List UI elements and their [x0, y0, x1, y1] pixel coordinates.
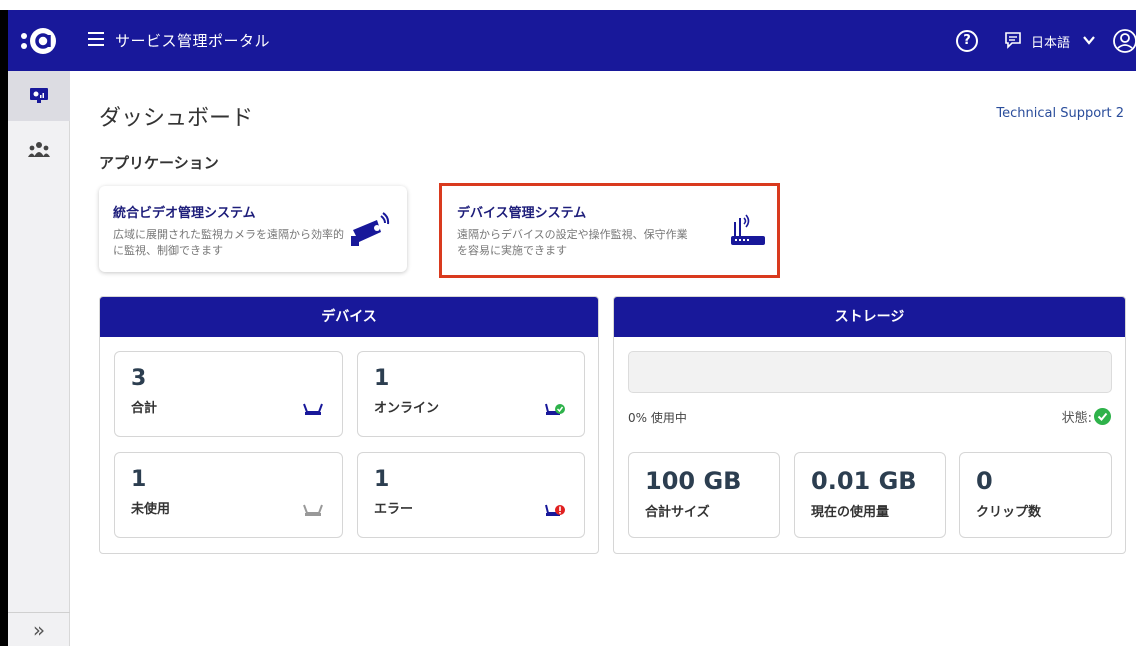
router-error-icon: [545, 504, 565, 516]
user-account-icon[interactable]: [1112, 28, 1136, 54]
stat-label: 未使用: [131, 502, 171, 517]
router-online-icon: [545, 403, 565, 415]
device-stat-online[interactable]: 1 オンライン: [357, 351, 585, 437]
storage-stat-total-size[interactable]: 100 GB 合計サイズ: [628, 452, 780, 538]
help-icon[interactable]: ?: [956, 30, 978, 52]
sidebar-item-users[interactable]: [8, 125, 70, 175]
router-icon: [303, 403, 323, 415]
top-frame: [0, 0, 1136, 10]
monitor-icon: [30, 88, 48, 103]
technical-support-link[interactable]: Technical Support 2: [996, 106, 1124, 121]
brand-logo-icon[interactable]: [16, 24, 60, 58]
left-frame: [0, 10, 8, 646]
storage-usage-bar: [628, 351, 1112, 393]
app-card-description: 広域に展開された監視カメラを遠隔から効率的に監視、制御できます: [113, 228, 344, 257]
stat-label: 合計: [131, 401, 158, 416]
stat-label: オンライン: [374, 401, 440, 416]
app-title: サービス管理ポータル: [115, 32, 271, 50]
router-unused-icon: [303, 504, 323, 516]
storage-status-label: 状態:: [1061, 411, 1092, 426]
storage-status: 状態:: [1062, 407, 1111, 426]
chevron-down-icon[interactable]: [1082, 33, 1096, 47]
stat-value: 1: [131, 467, 147, 492]
stat-value: 3: [131, 366, 147, 391]
storage-usage-text: 0% 使用中: [628, 411, 687, 425]
stat-label: エラー: [374, 502, 414, 517]
sidebar-item-dashboard[interactable]: [8, 71, 70, 121]
stat-value: 0: [976, 467, 993, 495]
language-icon[interactable]: [1004, 31, 1022, 49]
device-stat-error[interactable]: 1 エラー: [357, 452, 585, 538]
stat-label: クリップ数: [976, 505, 1042, 520]
device-stat-unused[interactable]: 1 未使用: [114, 452, 343, 538]
storage-panel-title: ストレージ: [614, 297, 1125, 337]
language-selector[interactable]: 日本語: [1031, 32, 1070, 51]
devices-panel: デバイス 3 合計 1 オンライン 1 未使用 1 エラー: [99, 296, 599, 554]
devices-panel-title: デバイス: [100, 297, 598, 337]
stat-label: 現在の使用量: [811, 505, 890, 520]
menu-icon[interactable]: [88, 32, 104, 46]
applications-section-title: アプリケーション: [99, 154, 219, 172]
selection-highlight-box: [439, 183, 780, 278]
cctv-camera-icon: [351, 212, 390, 246]
sidebar: »: [8, 71, 70, 646]
device-stat-total[interactable]: 3 合計: [114, 351, 343, 437]
users-group-icon: [28, 142, 50, 157]
stat-label: 合計サイズ: [645, 505, 710, 520]
stat-value: 0.01 GB: [811, 467, 917, 495]
status-ok-icon: [1094, 408, 1111, 425]
top-navbar: サービス管理ポータル ? 日本語: [8, 10, 1136, 71]
stat-value: 1: [374, 467, 390, 492]
page-title: ダッシュボード: [99, 106, 254, 131]
expand-sidebar-icon[interactable]: »: [8, 612, 70, 646]
app-card-video-management[interactable]: 統合ビデオ管理システム 広域に展開された監視カメラを遠隔から効率的に監視、制御で…: [99, 186, 407, 272]
stat-value: 100 GB: [645, 467, 742, 495]
storage-stat-current-usage[interactable]: 0.01 GB 現在の使用量: [794, 452, 946, 538]
stat-value: 1: [374, 366, 390, 391]
storage-stat-clip-count[interactable]: 0 クリップ数: [959, 452, 1112, 538]
storage-panel: ストレージ 0% 使用中 状態: 100 GB 合計サイズ 0.01 GB 現在…: [613, 296, 1126, 554]
